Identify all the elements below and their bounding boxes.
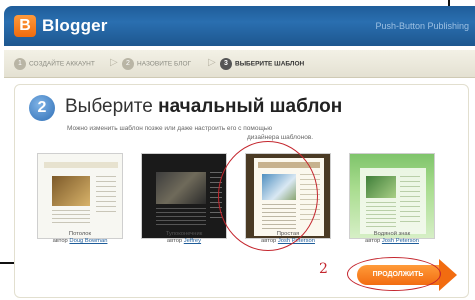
- signup-steps: 1 создайте аккаунт ▷ 2 назовите блог ▷ 3 вы…: [4, 50, 475, 78]
- continue-arrow-icon[interactable]: [439, 259, 457, 291]
- template-caption: Тупоконечник автор Jeffrey: [165, 231, 203, 244]
- author-link[interactable]: Jeffrey: [184, 238, 201, 244]
- step-label: выберите шаблон: [235, 60, 305, 68]
- step-label: создайте аккаунт: [29, 60, 95, 68]
- step-name-blog: 2 назовите блог: [122, 58, 191, 70]
- template-panel: 2 Выберите начальный шаблон Можно измени…: [14, 84, 469, 298]
- author-link[interactable]: Doug Bowman: [69, 238, 107, 244]
- step-badge: 2: [29, 95, 55, 121]
- template-dark[interactable]: [141, 153, 227, 239]
- description-line-2: дизайнера шаблонов.: [247, 134, 314, 141]
- annotation-number: 2: [319, 261, 328, 277]
- page-title: Выберите начальный шаблон: [65, 96, 343, 117]
- template-caption: Потолок автор Doug Bowman: [52, 231, 108, 244]
- template-minima[interactable]: [37, 153, 123, 239]
- button-annotation-circle: [347, 257, 441, 291]
- step-choose-template: 3 выберите шаблон: [220, 58, 304, 70]
- template-watermark[interactable]: [349, 153, 435, 239]
- step-create-account: 1 создайте аккаунт: [14, 58, 95, 70]
- step-number: 2: [122, 58, 134, 70]
- left-edge: [0, 0, 3, 300]
- step-number: 1: [14, 58, 26, 70]
- blogger-logo-icon[interactable]: B: [14, 15, 36, 37]
- step-number: 3: [220, 58, 232, 70]
- brand-name[interactable]: Blogger: [42, 16, 108, 36]
- header-tagline: Push-Button Publishing: [375, 21, 469, 31]
- step-label: назовите блог: [137, 60, 192, 68]
- blogger-header: B Blogger Push-Button Publishing: [4, 6, 475, 46]
- template-caption: Водяной знак автор Josh Peterson: [365, 231, 419, 244]
- description-line-1: Можно изменить шаблон позже или даже нас…: [67, 125, 273, 132]
- step-arrow-icon: ▷: [208, 57, 216, 68]
- selection-annotation-circle: [218, 141, 318, 251]
- step-arrow-icon: ▷: [110, 57, 118, 68]
- author-link[interactable]: Josh Peterson: [382, 238, 419, 244]
